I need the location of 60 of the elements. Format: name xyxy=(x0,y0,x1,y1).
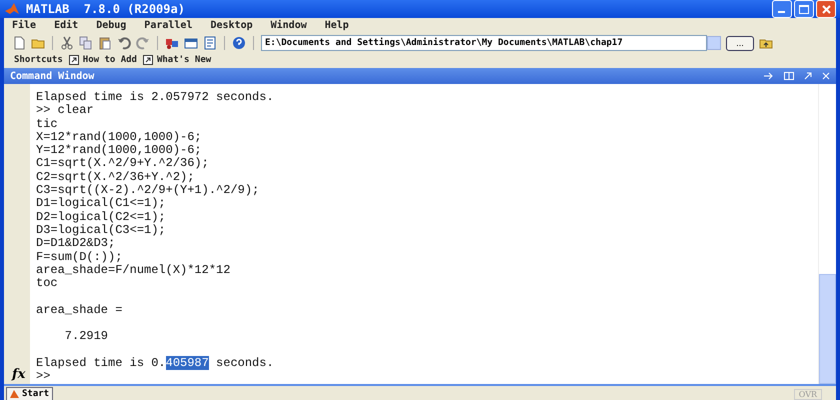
command-line: >> clear xyxy=(36,104,95,118)
command-line: toc xyxy=(36,277,59,290)
command-line: D2=logical(C2<=1); xyxy=(36,210,167,224)
scrollbar-thumb[interactable] xyxy=(819,274,836,384)
shortcut-link[interactable]: What's New xyxy=(142,55,212,65)
menu-item[interactable]: Edit xyxy=(54,20,78,34)
command-line: area_shade=F/numel(X)*12*12 xyxy=(36,264,232,278)
command-line: F=sum(D(:)); xyxy=(36,250,124,264)
shortcuts-label: Shortcuts xyxy=(14,55,63,65)
blocks-icon[interactable] xyxy=(165,36,179,50)
copy-icon[interactable] xyxy=(79,36,93,50)
matlab-logo-icon xyxy=(10,390,19,398)
command-line: tic xyxy=(36,118,59,131)
shortcut-icon xyxy=(68,55,79,65)
undock-icon[interactable] xyxy=(804,72,812,80)
shortcut-icon xyxy=(142,55,153,65)
maximize-icon xyxy=(799,4,809,14)
menu-item[interactable]: Desktop xyxy=(210,20,253,34)
window-icon[interactable] xyxy=(184,36,198,50)
command-line: C1=sqrt(X.^2/9+Y.^2/36); xyxy=(36,157,210,171)
menu-item[interactable]: Help xyxy=(324,20,349,34)
paste-icon[interactable] xyxy=(98,36,112,50)
command-line: Elapsed time is 2.057972 seconds. xyxy=(36,91,275,104)
shortcut-link[interactable]: How to Add xyxy=(68,55,137,65)
start-button[interactable]: Start xyxy=(6,386,54,400)
command-line: D3=logical(C3<=1); xyxy=(36,224,167,238)
menu-item[interactable]: File xyxy=(12,20,36,34)
close-icon xyxy=(822,4,830,14)
arrow-icon[interactable] xyxy=(764,72,774,80)
overwrite-indicator: OVR xyxy=(794,388,822,400)
current-folder-field[interactable]: E:\Documents and Settings\Administrator\My Documents\MATLAB\chap17 xyxy=(261,35,707,51)
matlab-logo-icon xyxy=(4,2,20,16)
document-icon[interactable] xyxy=(203,36,217,50)
command-line: Elapsed time is 0.405987 seconds. xyxy=(36,356,275,370)
menu-item[interactable]: Debug xyxy=(96,20,126,34)
command-line: D1=logical(C1<=1); xyxy=(36,197,167,211)
command-line: C2=sqrt(X.^2/36+Y.^2); xyxy=(36,170,196,184)
scissors-icon[interactable] xyxy=(60,36,74,50)
window-title: MATLAB 7.8.0 (R2009a) xyxy=(26,2,185,16)
command-line: Y=12*rand(1000,1000)-6; xyxy=(36,144,202,158)
new-file-icon[interactable] xyxy=(12,36,26,50)
maximize-button[interactable] xyxy=(794,0,814,18)
function-browser-button[interactable]: fx xyxy=(12,366,26,382)
browse-button[interactable]: ... xyxy=(726,36,754,50)
panel-title: Command Window xyxy=(10,70,94,82)
undo-icon[interactable] xyxy=(117,36,131,50)
command-line: area_shade = xyxy=(36,304,124,318)
command-line: X=12*rand(1000,1000)-6; xyxy=(36,130,203,144)
close-button[interactable] xyxy=(816,0,836,18)
redo-icon[interactable] xyxy=(136,36,150,50)
help-icon[interactable] xyxy=(232,36,246,50)
grid-icon[interactable] xyxy=(784,72,794,80)
command-prompt[interactable]: >> xyxy=(36,370,818,384)
menu-item[interactable]: Parallel xyxy=(144,20,192,34)
command-line: D=D1&D2&D3; xyxy=(36,237,116,251)
menu-item[interactable]: Window xyxy=(270,20,307,34)
close-icon[interactable] xyxy=(822,72,830,80)
minimize-button[interactable] xyxy=(772,0,792,18)
command-line: 7.2919 xyxy=(64,330,110,344)
command-line: C3=sqrt((X-2).^2/9+(Y+1).^2/9); xyxy=(36,184,260,198)
